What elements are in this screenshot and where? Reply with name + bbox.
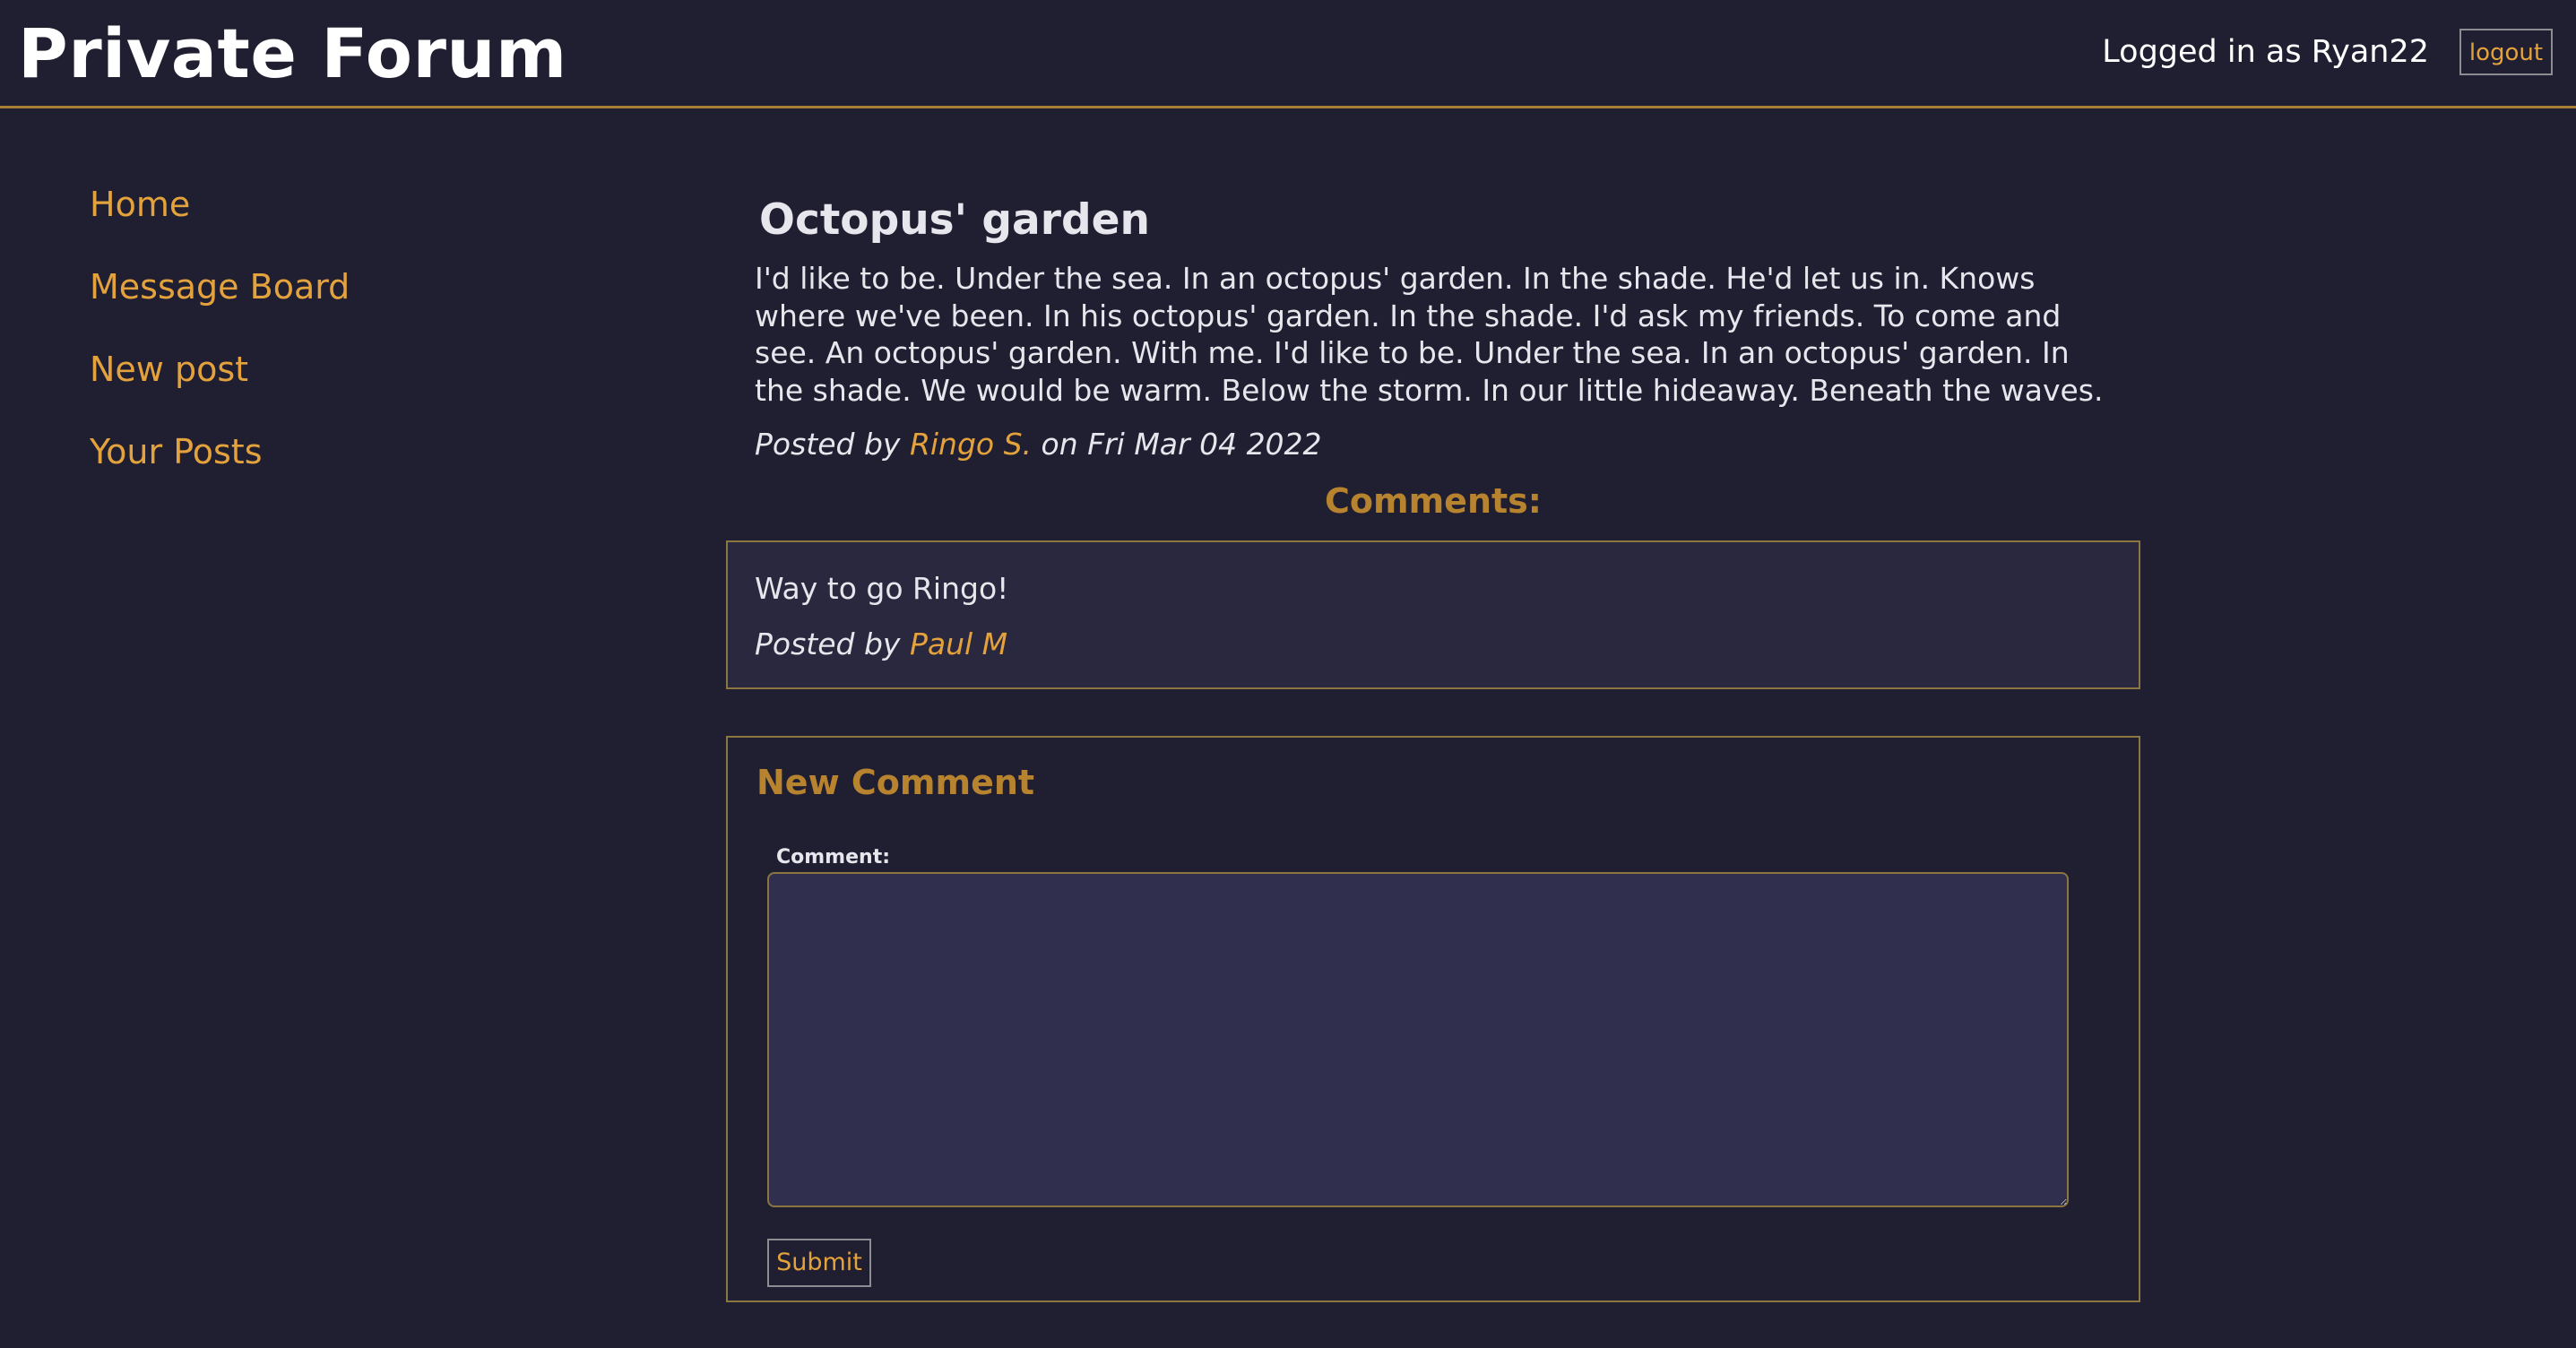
comment-text: Way to go Ringo! — [755, 571, 1009, 606]
post-author-link[interactable]: Ringo S. — [910, 427, 1032, 462]
post-date: on Fri Mar 04 2022 — [1041, 427, 1322, 462]
comment-card: Way to go Ringo! Posted by Paul M — [726, 540, 2140, 689]
comments-heading: Comments: — [1325, 481, 1542, 521]
comment-textarea[interactable] — [767, 872, 2069, 1207]
comment-field-label: Comment: — [776, 846, 891, 868]
comment-posted-by-label: Posted by — [755, 626, 901, 661]
sidebar-item-new-post[interactable]: New post — [90, 348, 350, 391]
comment-author-link[interactable]: Paul M — [910, 626, 1007, 661]
logout-button[interactable]: logout — [2459, 29, 2553, 75]
site-title: Private Forum — [18, 13, 567, 93]
sidebar-nav: Home Message Board New post Your Posts — [90, 183, 350, 513]
post-title: Octopus' garden — [759, 195, 1150, 245]
site-header: Private Forum Logged in as Ryan22 logout — [0, 0, 2576, 108]
submit-button[interactable]: Submit — [767, 1239, 871, 1287]
new-comment-form: New Comment Comment: Submit — [726, 736, 2140, 1302]
posted-by-label: Posted by — [755, 427, 901, 462]
sidebar-item-your-posts[interactable]: Your Posts — [90, 430, 350, 473]
post-meta: Posted by Ringo S. on Fri Mar 04 2022 — [755, 425, 1322, 464]
login-status: Logged in as Ryan22 — [2102, 34, 2429, 70]
post-body: I'd like to be. Under the sea. In an oct… — [755, 261, 2104, 408]
comment-meta: Posted by Paul M — [755, 625, 1007, 664]
new-comment-title: New Comment — [756, 763, 1035, 802]
sidebar-item-message-board[interactable]: Message Board — [90, 265, 350, 308]
sidebar-item-home[interactable]: Home — [90, 183, 350, 226]
